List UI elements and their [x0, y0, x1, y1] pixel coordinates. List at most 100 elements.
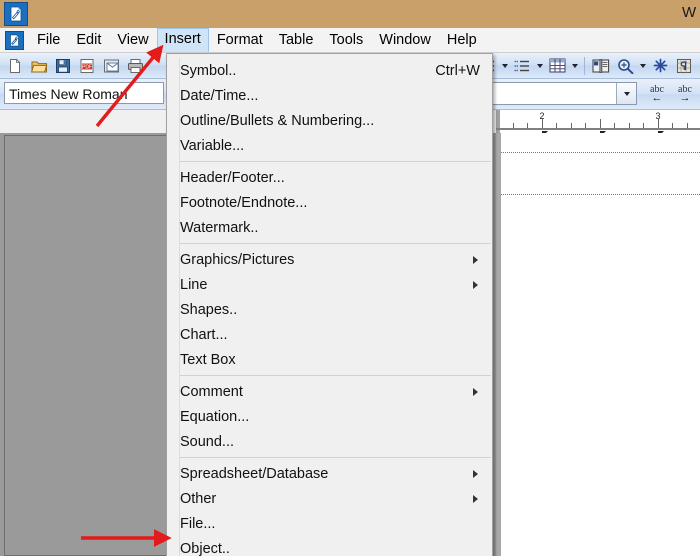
save-floppy-icon[interactable]	[52, 55, 74, 77]
page-body-margin-guide	[501, 194, 700, 195]
menu-item-date-time[interactable]: Date/Time...	[167, 83, 492, 108]
ruler-baseline	[496, 128, 700, 130]
ruler-tick	[600, 119, 601, 128]
submenu-arrow-icon	[473, 387, 478, 396]
ruler-tick	[585, 123, 586, 128]
submenu-arrow-icon	[473, 255, 478, 264]
menu-item-format[interactable]: Format	[209, 29, 271, 52]
window-title: W	[682, 4, 697, 21]
menu-item-label: Comment	[180, 383, 243, 400]
insert-dropdown-menu[interactable]: Symbol.. Ctrl+W Date/Time... Outline/Bul…	[166, 53, 493, 556]
menu-item-label: Chart...	[180, 326, 228, 343]
ruler-tick	[614, 123, 615, 128]
open-folder-icon[interactable]	[28, 55, 50, 77]
ruler-tick	[629, 123, 630, 128]
menu-item-label: Header/Footer...	[180, 169, 285, 186]
insert-menu-body: Symbol.. Ctrl+W Date/Time... Outline/Bul…	[167, 58, 492, 556]
menu-item-comment[interactable]: Comment	[167, 379, 492, 404]
menu-item-label: Date/Time...	[180, 87, 259, 104]
application-window: W File Edit View Insert Format Table Too…	[0, 0, 700, 556]
menu-item-view[interactable]: View	[109, 29, 156, 52]
menu-separator	[168, 243, 491, 244]
menu-item-label: Sound...	[180, 433, 235, 450]
menu-separator	[168, 161, 491, 162]
submenu-arrow-icon	[473, 494, 478, 503]
new-document-icon[interactable]	[4, 55, 26, 77]
spellcheck-next-icon[interactable]: abc →	[672, 83, 698, 105]
page-left-gutter	[496, 133, 501, 556]
menu-item-header-footer[interactable]: Header/Footer...	[167, 165, 492, 190]
menu-item-variable[interactable]: Variable...	[167, 133, 492, 158]
menu-item-edit[interactable]: Edit	[68, 29, 109, 52]
menu-item-shortcut: Ctrl+W	[435, 62, 480, 79]
menu-item-sound[interactable]: Sound...	[167, 429, 492, 454]
menu-item-table[interactable]: Table	[271, 29, 322, 52]
menu-item-file[interactable]: File	[29, 29, 68, 52]
document-page[interactable]	[496, 133, 700, 556]
menu-item-label: Line	[180, 276, 208, 293]
title-bar: W	[0, 0, 700, 28]
menu-item-object[interactable]: Object..	[167, 536, 492, 556]
insert-table-dropdown-caret-icon[interactable]	[569, 56, 580, 76]
special-character-icon[interactable]	[649, 55, 671, 77]
menu-item-label: Symbol..	[180, 62, 237, 79]
ruler-tick	[527, 123, 528, 128]
menu-item-line[interactable]: Line	[167, 272, 492, 297]
menu-item-window[interactable]: Window	[371, 29, 439, 52]
bullet-list-dropdown-caret-icon[interactable]	[499, 56, 510, 76]
print-icon[interactable]	[124, 55, 146, 77]
menu-item-label: Outline/Bullets & Numbering...	[180, 112, 375, 129]
export-pdf-icon[interactable]: PDF	[76, 55, 98, 77]
numbered-list-icon[interactable]	[511, 55, 533, 77]
menu-item-watermark[interactable]: Watermark..	[167, 215, 492, 240]
menu-item-label: Footnote/Endnote...	[180, 194, 308, 211]
submenu-arrow-icon	[473, 469, 478, 478]
font-name-input[interactable]: Times New Roman	[4, 82, 164, 104]
ruler-tick	[672, 123, 673, 128]
ruler-tick	[556, 123, 557, 128]
zoom-dropdown-caret-icon[interactable]	[637, 56, 648, 76]
send-email-icon[interactable]	[100, 55, 122, 77]
menu-item-label: Text Box	[180, 351, 236, 368]
menu-item-spreadsheet-database[interactable]: Spreadsheet/Database	[167, 461, 492, 486]
menu-item-insert[interactable]: Insert	[156, 28, 209, 52]
ruler-number: 3	[655, 111, 661, 121]
menu-item-file[interactable]: File...	[167, 511, 492, 536]
horizontal-ruler[interactable]: 2 3	[496, 110, 700, 137]
menu-item-chart[interactable]: Chart...	[167, 322, 492, 347]
menu-item-label: Other	[180, 490, 217, 507]
menu-item-label: Watermark..	[180, 219, 259, 236]
menu-separator	[168, 375, 491, 376]
menu-item-graphics-pictures[interactable]: Graphics/Pictures	[167, 247, 492, 272]
ruler-tick	[687, 123, 688, 128]
ruler-tick	[643, 123, 644, 128]
menu-item-label: Spreadsheet/Database	[180, 465, 329, 482]
ruler-tick	[513, 123, 514, 128]
numbered-list-dropdown-caret-icon[interactable]	[534, 56, 545, 76]
insert-table-icon[interactable]	[546, 55, 568, 77]
chevron-down-icon[interactable]	[616, 83, 636, 104]
ruler-tick	[571, 123, 572, 128]
menu-item-tools[interactable]: Tools	[321, 29, 371, 52]
zoom-icon[interactable]	[614, 55, 636, 77]
menu-item-outline-bullets-numbering[interactable]: Outline/Bullets & Numbering...	[167, 108, 492, 133]
menu-item-label: Shapes..	[180, 301, 238, 318]
spellcheck-previous-icon[interactable]: abc ←	[644, 83, 670, 105]
menu-item-label: Object..	[180, 540, 230, 556]
menu-item-label: Variable...	[180, 137, 245, 154]
menu-item-text-box[interactable]: Text Box	[167, 347, 492, 372]
bibliography-icon[interactable]	[590, 55, 612, 77]
menu-item-shapes[interactable]: Shapes..	[167, 297, 492, 322]
menu-separator	[168, 457, 491, 458]
formatting-marks-icon[interactable]	[673, 55, 695, 77]
menu-item-help[interactable]: Help	[439, 29, 485, 52]
document-app-icon	[5, 30, 24, 50]
svg-text:PDF: PDF	[82, 64, 92, 70]
menu-item-symbol[interactable]: Symbol.. Ctrl+W	[167, 58, 492, 83]
menu-item-other[interactable]: Other	[167, 486, 492, 511]
toolbar-separator	[584, 56, 585, 75]
menu-item-footnote-endnote[interactable]: Footnote/Endnote...	[167, 190, 492, 215]
menu-item-equation[interactable]: Equation...	[167, 404, 492, 429]
menu-item-label: Graphics/Pictures	[180, 251, 295, 268]
document-app-icon	[4, 2, 28, 26]
